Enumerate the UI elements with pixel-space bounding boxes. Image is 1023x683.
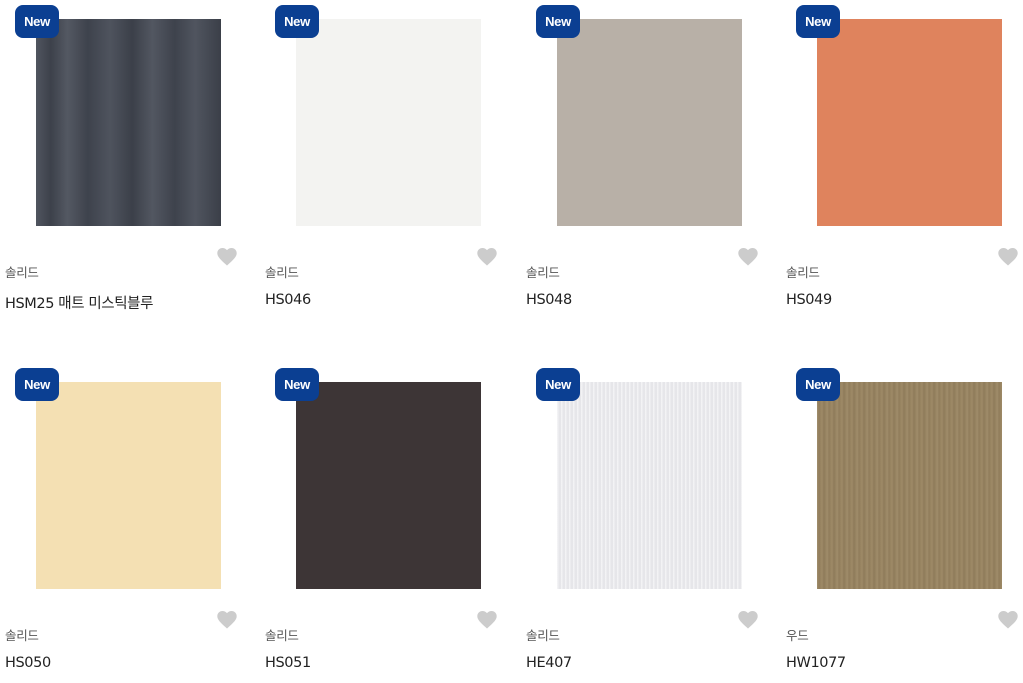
product-name[interactable]: HS048 xyxy=(526,292,572,308)
product-card[interactable]: New 솔리드 HE407 xyxy=(526,363,778,683)
heart-icon[interactable] xyxy=(477,248,497,266)
product-swatch[interactable] xyxy=(557,19,742,226)
product-swatch[interactable] xyxy=(296,382,481,589)
product-name[interactable]: HS051 xyxy=(265,655,311,671)
heart-icon[interactable] xyxy=(738,611,758,629)
product-category: 솔리드 xyxy=(265,628,299,643)
heart-icon[interactable] xyxy=(998,611,1018,629)
heart-icon[interactable] xyxy=(217,611,237,629)
new-badge: New xyxy=(536,5,580,38)
product-category: 솔리드 xyxy=(265,265,299,280)
product-swatch[interactable] xyxy=(817,382,1002,589)
product-card[interactable]: New 솔리드 HS048 xyxy=(526,0,778,320)
heart-icon[interactable] xyxy=(738,248,758,266)
heart-icon[interactable] xyxy=(998,248,1018,266)
new-badge: New xyxy=(275,5,319,38)
product-name[interactable]: HS046 xyxy=(265,292,311,308)
product-name[interactable]: HE407 xyxy=(526,655,572,671)
heart-icon[interactable] xyxy=(217,248,237,266)
product-category: 솔리드 xyxy=(5,628,39,643)
product-category: 우드 xyxy=(786,628,809,643)
product-swatch[interactable] xyxy=(36,382,221,589)
product-swatch[interactable] xyxy=(817,19,1002,226)
product-swatch[interactable] xyxy=(36,19,221,226)
product-name[interactable]: HS050 xyxy=(5,655,51,671)
product-category: 솔리드 xyxy=(5,265,39,280)
product-card[interactable]: New 솔리드 HS046 xyxy=(265,0,517,320)
product-swatch[interactable] xyxy=(557,382,742,589)
product-swatch[interactable] xyxy=(296,19,481,226)
product-name[interactable]: HS049 xyxy=(786,292,832,308)
product-category: 솔리드 xyxy=(786,265,820,280)
heart-icon[interactable] xyxy=(477,611,497,629)
product-category: 솔리드 xyxy=(526,265,560,280)
product-card[interactable]: New 솔리드 HS049 xyxy=(786,0,1023,320)
product-card[interactable]: New 솔리드 HSM25 매트 미스틱블루 xyxy=(5,0,257,320)
new-badge: New xyxy=(275,368,319,401)
product-name[interactable]: HSM25 매트 미스틱블루 xyxy=(5,292,153,313)
product-category: 솔리드 xyxy=(526,628,560,643)
new-badge: New xyxy=(796,368,840,401)
product-card[interactable]: New 우드 HW1077 xyxy=(786,363,1023,683)
new-badge: New xyxy=(15,5,59,38)
product-card[interactable]: New 솔리드 HS051 xyxy=(265,363,517,683)
new-badge: New xyxy=(536,368,580,401)
product-name[interactable]: HW1077 xyxy=(786,655,846,671)
new-badge: New xyxy=(15,368,59,401)
product-card[interactable]: New 솔리드 HS050 xyxy=(5,363,257,683)
new-badge: New xyxy=(796,5,840,38)
